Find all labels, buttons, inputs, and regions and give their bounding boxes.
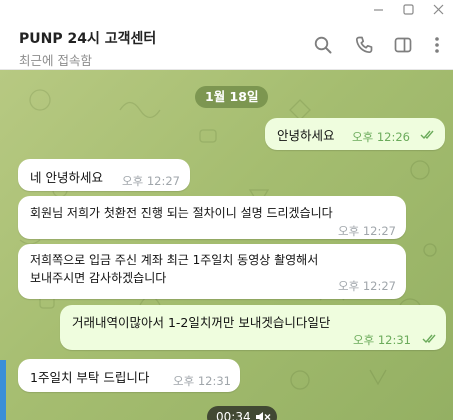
minimize-button[interactable] [363, 0, 393, 18]
search-icon [314, 36, 332, 54]
double-check-icon [420, 130, 434, 140]
message-text-line2: 보내주시면 감사하겠습니다 [30, 271, 167, 285]
close-icon [433, 4, 443, 14]
sidebar-icon [394, 37, 412, 53]
video-duration-pill[interactable]: 00:34 [207, 406, 277, 420]
chat-status: 최근에 접속함 [19, 53, 92, 68]
search-button[interactable] [310, 32, 336, 58]
message-text: 1주일치 부탁 드립니다 [30, 370, 150, 385]
message-text: 회원님 저희가 첫환전 진행 되는 절차이니 설명 드리겠습니다 [30, 206, 333, 220]
chat-history[interactable]: 1월 18일 안녕하세요 오후 12:26 네 안녕하세요 오후 12:27 회… [0, 70, 453, 420]
message-text: 네 안녕하세요 [30, 170, 103, 185]
message-bubble-outgoing[interactable]: 안녕하세요 오후 12:26 [265, 118, 445, 150]
message-bubble-incoming[interactable]: 저희쪽으로 입금 주신 계좌 최근 1주일치 동영상 촬영해서 보내주시면 감사… [18, 244, 406, 299]
window-edge-strip [0, 360, 6, 420]
message-bubble-incoming[interactable]: 회원님 저희가 첫환전 진행 되는 절차이니 설명 드리겠습니다 오후 12:2… [18, 196, 406, 239]
message-time: 오후 12:27 [338, 224, 396, 238]
video-duration: 00:34 [216, 410, 251, 420]
phone-icon [355, 36, 373, 54]
chat-header: PUNP 24시 고객센터 최근에 접속함 [0, 18, 453, 70]
minimize-icon [373, 8, 383, 11]
maximize-icon [402, 3, 414, 15]
more-vert-icon [435, 37, 439, 53]
close-button[interactable] [423, 0, 453, 18]
message-text-line1: 저희쪽으로 입금 주신 계좌 최근 1주일치 동영상 촬영해서 [30, 253, 319, 267]
message-time: 오후 12:27 [338, 279, 396, 293]
maximize-button[interactable] [393, 0, 423, 18]
message-bubble-outgoing[interactable]: 거래내역이많아서 1-2일치꺼만 보내겟습니다일단 오후 12:31 [60, 305, 446, 350]
call-button[interactable] [351, 32, 377, 58]
message-time: 오후 12:26 [352, 130, 410, 144]
message-bubble-incoming[interactable]: 네 안녕하세요 오후 12:27 [18, 159, 190, 191]
message-bubble-incoming[interactable]: 1주일치 부탁 드립니다 오후 12:31 [18, 359, 240, 392]
double-check-icon [422, 334, 436, 344]
message-time: 오후 12:31 [353, 333, 411, 347]
muted-speaker-icon[interactable] [255, 410, 271, 420]
chat-title[interactable]: PUNP 24시 고객센터 [19, 28, 156, 48]
message-text: 거래내역이많아서 1-2일치꺼만 보내겟습니다일단 [72, 315, 331, 330]
window-title-bar [0, 0, 453, 18]
more-button[interactable] [424, 32, 450, 58]
toggle-sidebar-button[interactable] [390, 32, 416, 58]
message-time: 오후 12:27 [122, 174, 180, 188]
message-time: 오후 12:31 [173, 374, 231, 388]
date-badge: 1월 18일 [195, 86, 269, 108]
message-text: 안녕하세요 [277, 128, 335, 143]
